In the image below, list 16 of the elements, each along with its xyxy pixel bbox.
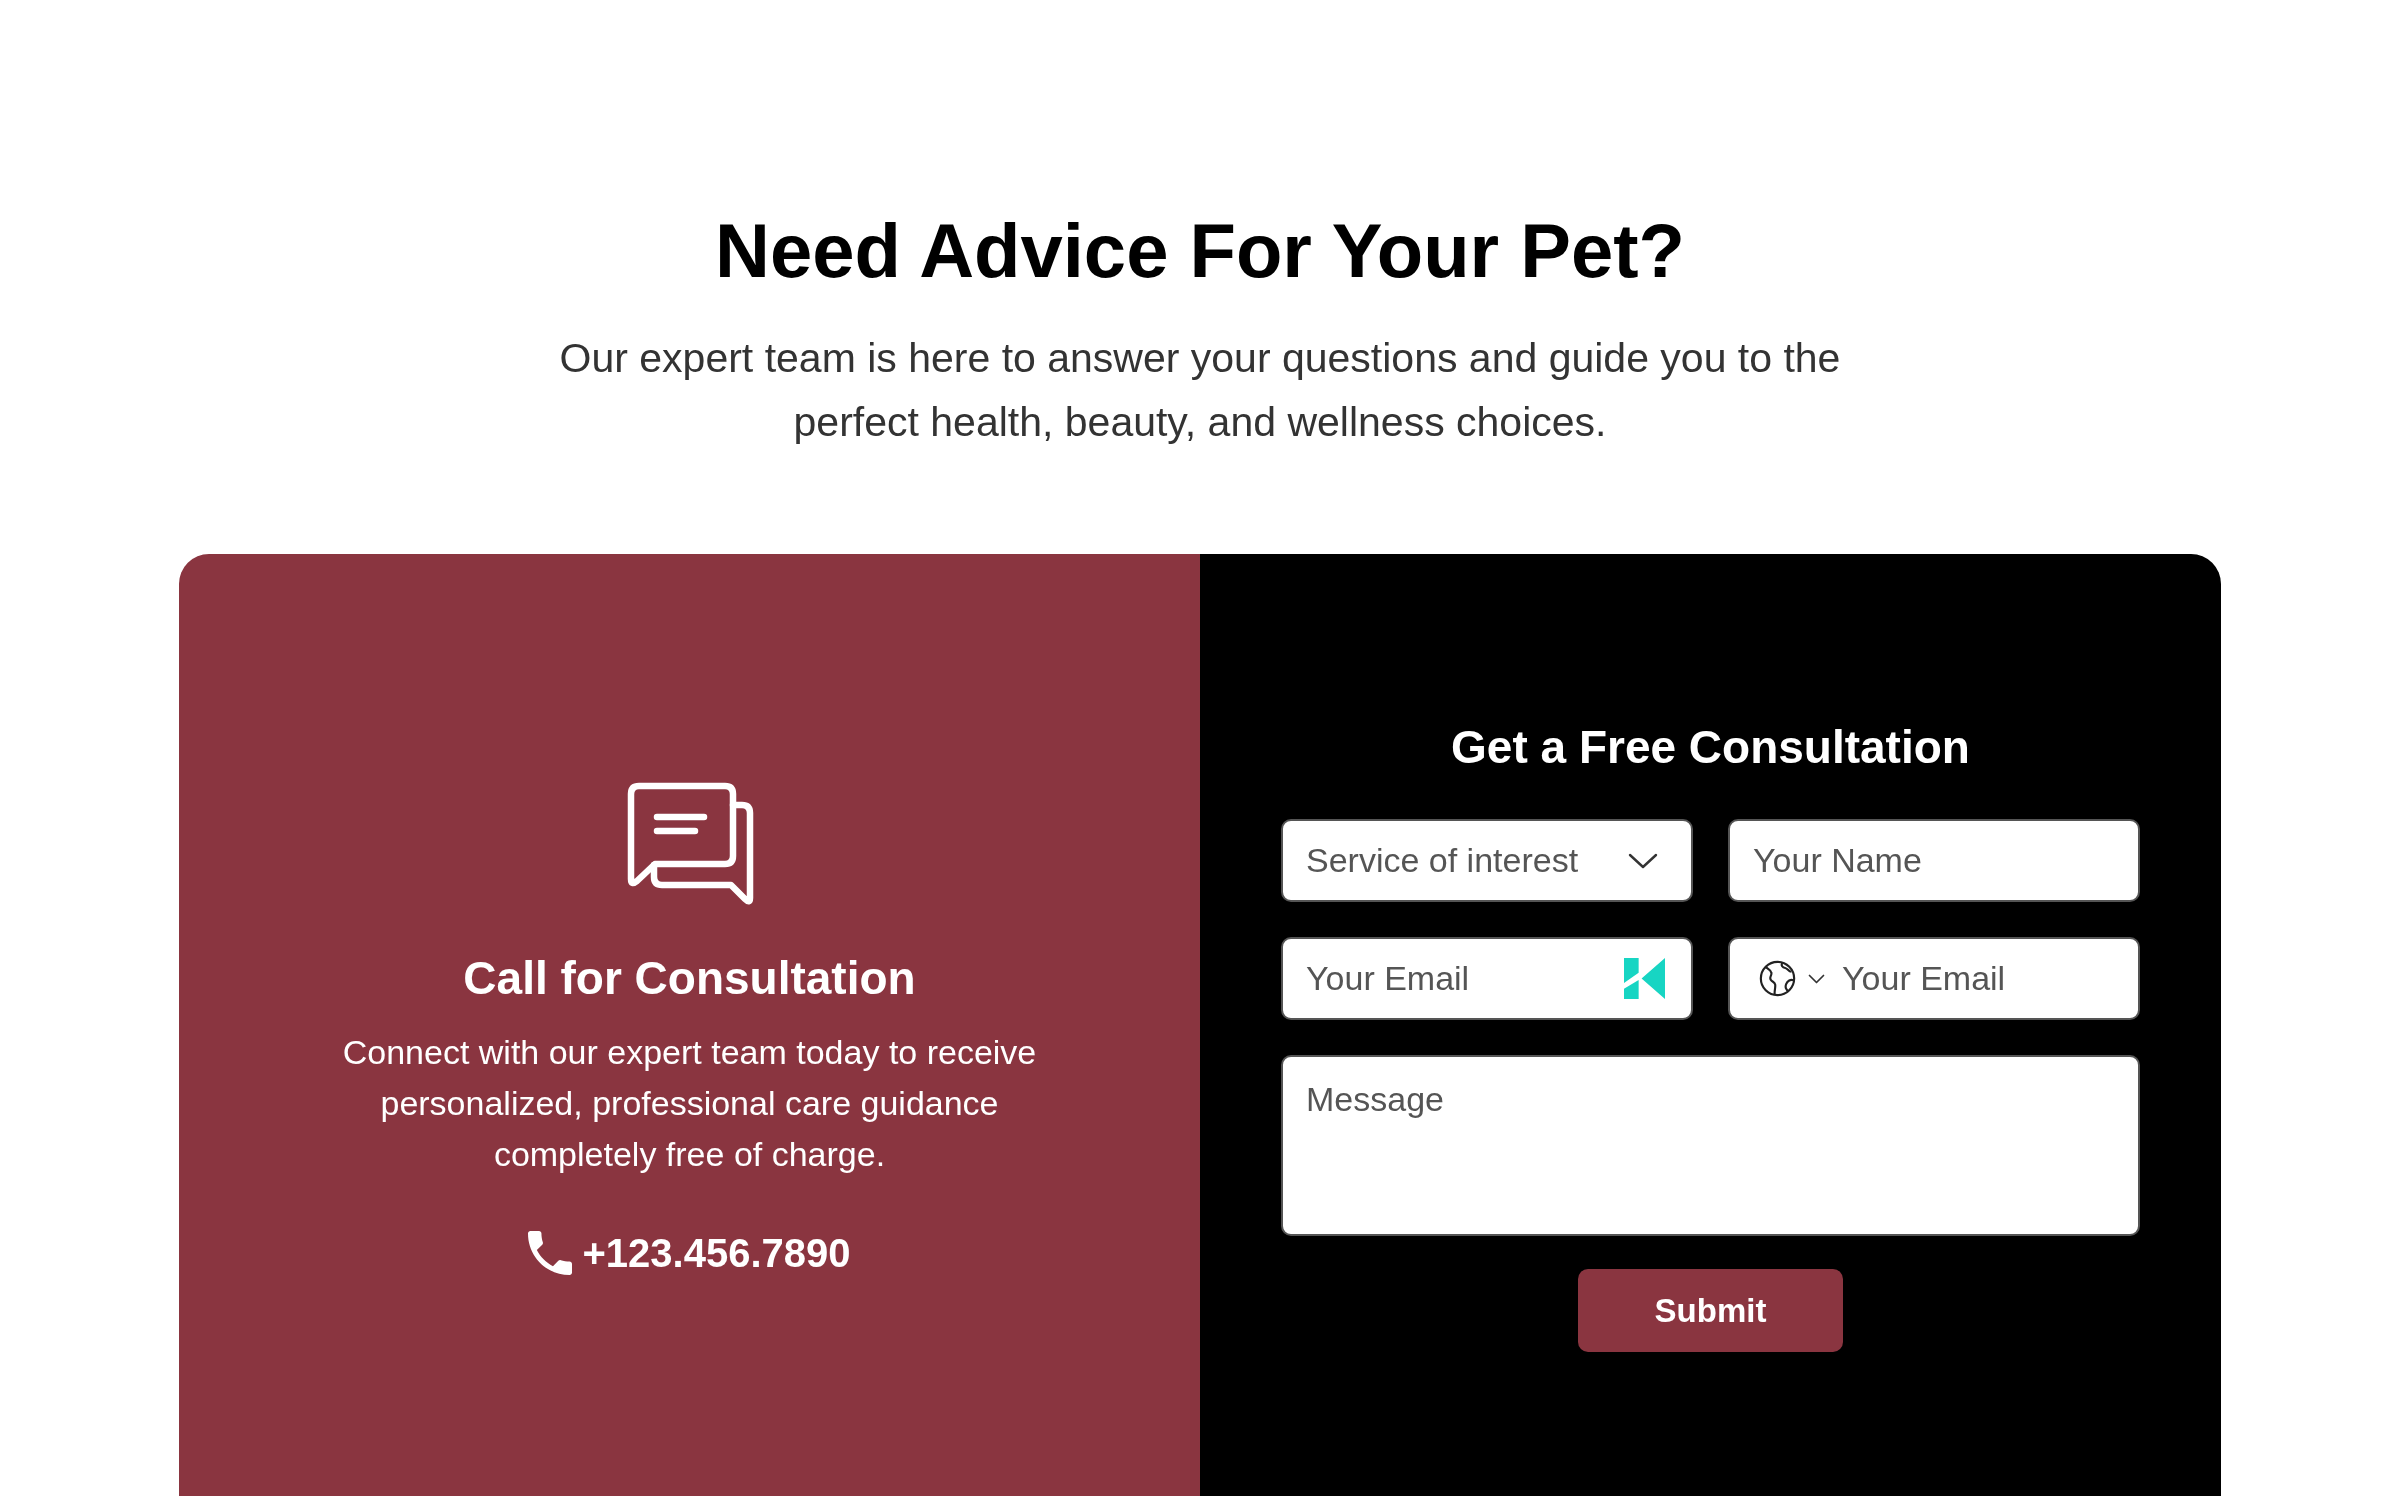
phone-input-field[interactable]: Your Email	[1728, 937, 2140, 1020]
form-title: Get a Free Consultation	[1451, 720, 1970, 775]
input-field[interactable]: Your Email	[1281, 937, 1693, 1020]
card-title: Call for Consultation	[463, 951, 916, 1006]
input-field[interactable]: Your Name	[1728, 819, 2140, 902]
section-subtitle: Our expert team is here to answer your questions and guide you to the perfect health, beauty, and wellness choices.	[558, 334, 1842, 447]
section-heading: Need Advice For Your Pet?	[715, 207, 1685, 295]
phone-number: +123.456.7890	[582, 1230, 851, 1277]
chevron-down-icon[interactable]	[1808, 974, 1825, 984]
submit-button[interactable]: Submit	[1578, 1269, 1843, 1352]
chevron-down-icon	[1628, 852, 1658, 869]
message-field[interactable]: Message	[1281, 1055, 2140, 1236]
globe-icon[interactable]	[1759, 960, 1796, 997]
dropdown-field[interactable]: Service of interest	[1281, 819, 1693, 902]
card-description: Connect with our expert team today to receive personalized, professional care guidance completely free of charge.	[341, 1032, 1038, 1175]
phone-icon	[528, 1231, 573, 1275]
